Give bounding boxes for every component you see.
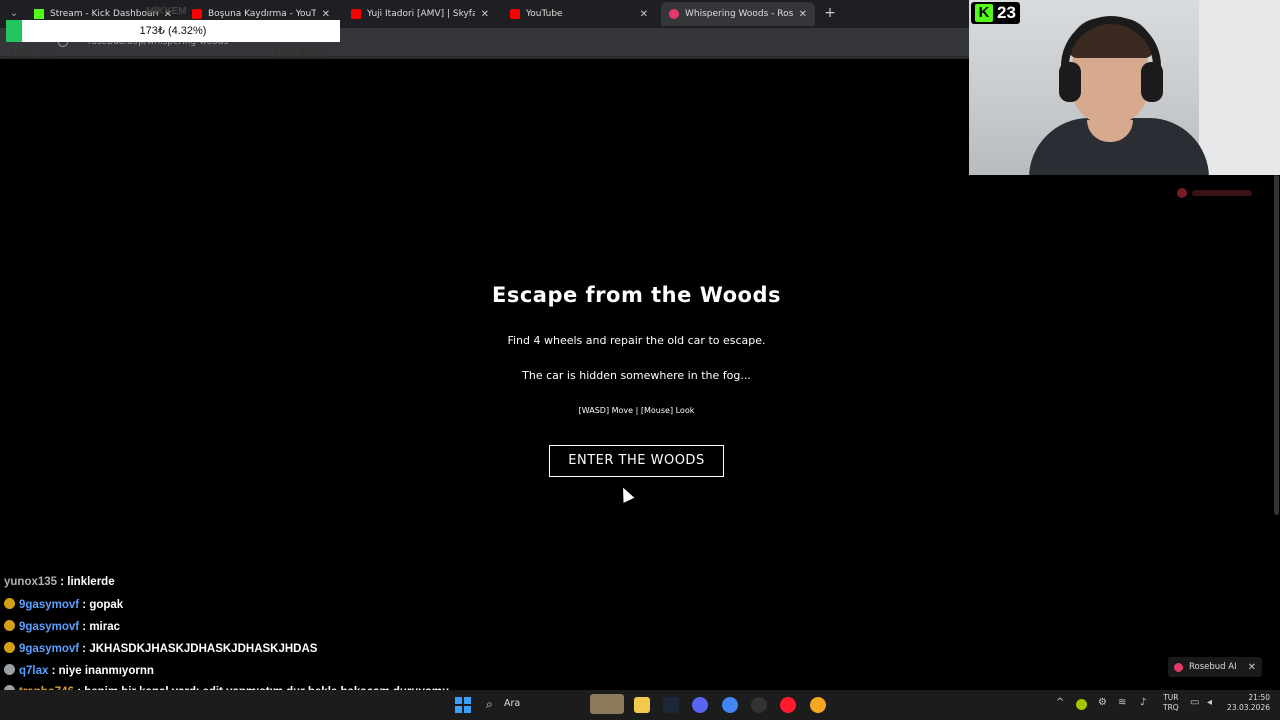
chat-text: mirac xyxy=(89,621,121,633)
taskbar-clock[interactable]: 21:50 23.03.2026 xyxy=(1226,693,1270,713)
close-icon[interactable]: ✕ xyxy=(1248,662,1256,673)
search-highlight-image xyxy=(590,694,624,714)
close-icon[interactable]: ✕ xyxy=(799,9,807,20)
opera-gx-icon[interactable] xyxy=(751,697,767,713)
chat-message: q7lax : niye inanmıyornn xyxy=(4,664,154,677)
chat-message: 9gasymovf : gopak xyxy=(4,598,123,611)
chat-username: 9gasymovf xyxy=(19,599,80,611)
opera-icon[interactable] xyxy=(780,697,796,713)
chat-message: 9gasymovf : mirac xyxy=(4,620,120,633)
lang-top: TUR xyxy=(1163,693,1179,702)
app-icon[interactable] xyxy=(810,697,826,713)
chat-username: q7lax xyxy=(19,665,49,677)
chat-text: linklerde xyxy=(67,576,115,588)
tab-title: Boşuna Kaydırma - YouTube xyxy=(208,9,316,19)
tray-settings-icon[interactable]: ⚙ xyxy=(1098,697,1107,708)
tray-app-icon[interactable] xyxy=(1076,699,1087,710)
chat-text: JKHASDKJHASKJDHASKJDHASKJHDAS xyxy=(89,643,318,655)
tab-title: Whispering Woods - Rosebud xyxy=(685,9,793,19)
donation-progress-bar: 173₺ (4.32%) xyxy=(6,20,340,42)
clock-date: 23.03.2026 xyxy=(1227,703,1270,712)
enter-woods-button[interactable]: ENTER THE WOODS xyxy=(549,445,724,477)
webcam-feed xyxy=(969,0,1280,175)
chat-message: yunox135 : linklerde xyxy=(4,576,115,588)
rosebud-icon xyxy=(1174,662,1183,672)
tab-yuji-itadori[interactable]: Yuji Itadori [AMV] | Skyfall (Jujut ✕ xyxy=(343,2,497,26)
donation-goal-min: TRY150 xyxy=(8,45,56,60)
chrome-icon[interactable] xyxy=(722,697,738,713)
kick-icon: K xyxy=(975,4,993,22)
tab-title: Stream - Kick Dashboard xyxy=(50,9,158,19)
kick-icon xyxy=(34,9,44,19)
badge-icon xyxy=(4,620,15,631)
taskbar-search[interactable]: Ara xyxy=(504,698,520,709)
page-scrollbar[interactable] xyxy=(1274,175,1279,515)
youtube-icon xyxy=(510,9,520,19)
chat-username: 9gasymovf xyxy=(19,643,80,655)
kick-viewer-badge: K 23 xyxy=(971,2,1020,24)
tab-youtube[interactable]: YouTube ✕ xyxy=(502,2,656,26)
microphone-icon[interactable]: ♪ xyxy=(1140,697,1146,708)
tab-whispering-woods[interactable]: Whispering Woods - Rosebud ✕ xyxy=(661,2,815,26)
close-icon[interactable]: ✕ xyxy=(640,9,648,20)
chat-text: gopak xyxy=(89,599,124,611)
rosebud-logo xyxy=(1176,186,1256,203)
wifi-icon[interactable]: ≋ xyxy=(1118,697,1126,708)
tab-title: YouTube xyxy=(526,9,563,19)
game-objective: Find 4 wheels and repair the old car to … xyxy=(507,334,766,347)
chat-message: 9gasymovf : JKHASDKJHASKJDHASKJDHASKJHDA… xyxy=(4,642,317,655)
donation-goal-max: TRY4000 xyxy=(272,45,327,60)
game-controls: [WASD] Move | [Mouse] Look xyxy=(578,406,695,415)
rosebud-icon xyxy=(669,9,679,19)
chat-username: 9gasymovf xyxy=(19,621,80,633)
badge-icon xyxy=(4,598,15,609)
lang-bottom: TRQ xyxy=(1163,703,1179,712)
viewer-count: 23 xyxy=(997,3,1016,22)
rosebud-ai-chip[interactable]: Rosebud AI ✕ xyxy=(1168,657,1262,677)
chevron-up-icon[interactable]: ^ xyxy=(1056,697,1064,708)
donation-title: MİKKEM xyxy=(146,6,187,17)
windows-start-icon[interactable] xyxy=(455,697,471,713)
badge-icon xyxy=(4,664,15,675)
input-language[interactable]: TUR TRQ xyxy=(1163,693,1179,713)
display-icon[interactable]: ▭ xyxy=(1190,697,1199,708)
volume-icon[interactable]: ◂ xyxy=(1207,697,1212,708)
discord-icon[interactable] xyxy=(692,697,708,713)
chat-username: yunox135 xyxy=(4,576,58,588)
rosebud-ai-label: Rosebud AI xyxy=(1189,662,1237,672)
tab-title: Yuji Itadori [AMV] | Skyfall (Jujut xyxy=(367,9,475,19)
new-tab-button[interactable]: + xyxy=(822,5,838,21)
close-icon[interactable]: ✕ xyxy=(322,9,330,20)
donation-progress-text: 173₺ (4.32%) xyxy=(139,25,207,37)
search-icon[interactable]: ⌕ xyxy=(486,697,493,712)
youtube-icon xyxy=(192,9,202,19)
clock-time: 21:50 xyxy=(1248,693,1270,702)
game-title: Escape from the Woods xyxy=(491,283,781,307)
badge-icon xyxy=(4,642,15,653)
chat-text: niye inanmıyornn xyxy=(58,665,154,677)
game-hint: The car is hidden somewhere in the fog..… xyxy=(522,369,751,382)
file-explorer-icon[interactable] xyxy=(634,697,650,713)
mouse-cursor-icon xyxy=(617,485,635,503)
close-icon[interactable]: ✕ xyxy=(481,9,489,20)
steam-icon[interactable] xyxy=(663,697,679,713)
youtube-icon xyxy=(351,9,361,19)
